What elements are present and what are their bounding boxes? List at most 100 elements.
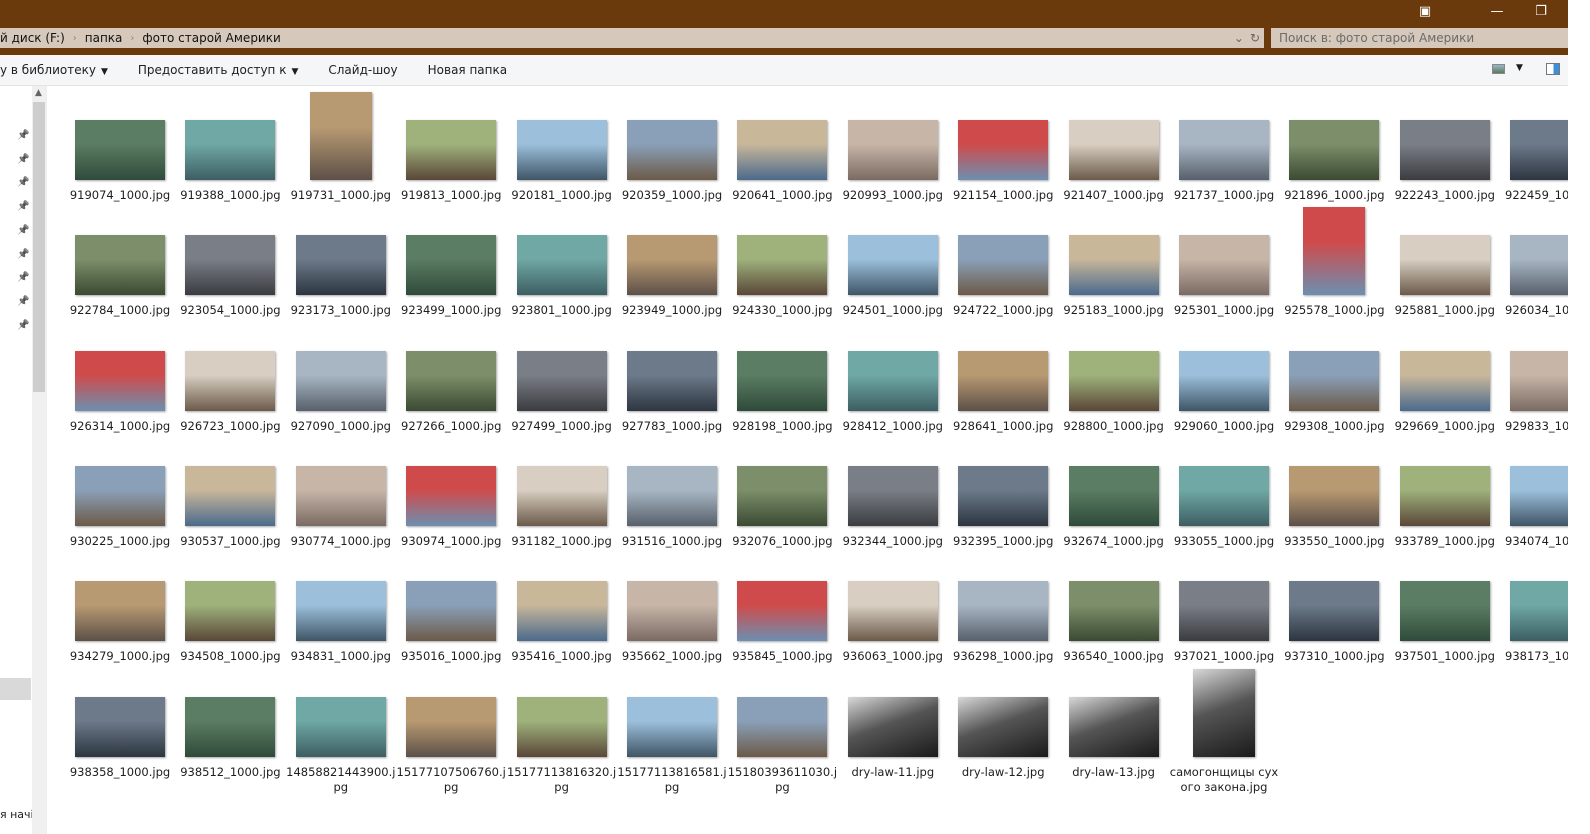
image-thumbnail[interactable] xyxy=(1068,465,1159,526)
image-thumbnail[interactable] xyxy=(847,235,938,296)
pin-icon[interactable]: 📌 xyxy=(17,249,29,260)
image-thumbnail[interactable] xyxy=(958,696,1049,757)
pin-icon[interactable]: 📌 xyxy=(17,154,29,165)
image-thumbnail[interactable] xyxy=(1179,235,1269,296)
minimize-button[interactable]: — xyxy=(1482,4,1512,19)
pin-icon[interactable]: 📌 xyxy=(17,130,29,141)
image-thumbnail[interactable] xyxy=(627,350,717,411)
chevron-down-icon[interactable]: ⌄ xyxy=(1234,31,1244,45)
image-thumbnail[interactable] xyxy=(847,465,938,526)
image-thumbnail[interactable] xyxy=(958,235,1049,296)
image-thumbnail[interactable] xyxy=(516,235,607,296)
breadcrumb-drive[interactable]: й диск (F:) xyxy=(0,31,65,45)
image-thumbnail[interactable] xyxy=(295,350,386,411)
image-thumbnail[interactable] xyxy=(847,696,938,757)
image-thumbnail[interactable] xyxy=(185,581,276,642)
image-thumbnail[interactable] xyxy=(737,696,828,757)
image-thumbnail[interactable] xyxy=(1068,235,1159,296)
image-thumbnail[interactable] xyxy=(295,581,386,642)
nav-scrollbar-thumb[interactable] xyxy=(33,102,45,392)
slideshow-button[interactable]: Слайд-шоу xyxy=(328,63,397,77)
image-thumbnail[interactable] xyxy=(185,120,276,180)
chevron-right-icon[interactable]: › xyxy=(73,33,77,44)
search-input[interactable]: Поиск в: фото старой Америки xyxy=(1271,28,1568,48)
image-thumbnail[interactable] xyxy=(1303,207,1366,296)
image-thumbnail[interactable] xyxy=(1510,120,1568,180)
image-thumbnail[interactable] xyxy=(75,696,165,757)
image-thumbnail[interactable] xyxy=(1068,350,1159,411)
image-thumbnail[interactable] xyxy=(516,350,607,411)
breadcrumb-folder[interactable]: папка xyxy=(85,31,123,45)
image-thumbnail[interactable] xyxy=(406,465,497,526)
image-thumbnail[interactable] xyxy=(847,120,938,180)
tablet-mode-icon[interactable]: ▣ xyxy=(1410,4,1440,19)
pin-icon[interactable]: 📌 xyxy=(17,177,29,188)
image-thumbnail[interactable] xyxy=(1068,696,1159,757)
chevron-right-icon[interactable]: › xyxy=(130,33,134,44)
image-thumbnail[interactable] xyxy=(958,465,1049,526)
image-thumbnail[interactable] xyxy=(1179,465,1269,526)
pin-icon[interactable]: 📌 xyxy=(17,225,29,236)
image-thumbnail[interactable] xyxy=(958,581,1049,642)
image-thumbnail[interactable] xyxy=(1289,350,1380,411)
image-thumbnail[interactable] xyxy=(847,350,938,411)
image-thumbnail[interactable] xyxy=(406,581,497,642)
image-thumbnail[interactable] xyxy=(737,465,828,526)
image-thumbnail[interactable] xyxy=(1510,465,1568,526)
image-thumbnail[interactable] xyxy=(627,120,717,180)
nav-item-label[interactable]: я начі xyxy=(0,808,32,821)
image-thumbnail[interactable] xyxy=(516,696,607,757)
image-thumbnail[interactable] xyxy=(406,350,497,411)
image-thumbnail[interactable] xyxy=(516,120,607,180)
breadcrumb-current[interactable]: фото старой Америки xyxy=(142,31,280,45)
image-thumbnail[interactable] xyxy=(75,581,165,642)
image-thumbnail[interactable] xyxy=(1068,581,1159,642)
scroll-up-icon[interactable]: ▲ xyxy=(35,88,42,98)
image-thumbnail[interactable] xyxy=(958,120,1049,180)
image-thumbnail[interactable] xyxy=(406,120,497,180)
restore-button[interactable]: ❐ xyxy=(1526,4,1556,19)
image-thumbnail[interactable] xyxy=(1399,235,1490,296)
image-thumbnail[interactable] xyxy=(75,235,165,296)
image-thumbnail[interactable] xyxy=(1179,581,1269,642)
pin-icon[interactable]: 📌 xyxy=(17,296,29,307)
image-thumbnail[interactable] xyxy=(1289,120,1380,180)
image-thumbnail[interactable] xyxy=(737,120,828,180)
image-thumbnail[interactable] xyxy=(627,696,717,757)
image-thumbnail[interactable] xyxy=(1179,120,1269,180)
image-thumbnail[interactable] xyxy=(185,696,276,757)
image-thumbnail[interactable] xyxy=(737,350,828,411)
image-thumbnail[interactable] xyxy=(516,581,607,642)
image-thumbnail[interactable] xyxy=(958,350,1049,411)
pin-icon[interactable]: 📌 xyxy=(17,320,29,331)
image-thumbnail[interactable] xyxy=(185,350,276,411)
image-thumbnail[interactable] xyxy=(627,465,717,526)
change-view-icon[interactable] xyxy=(1492,64,1505,74)
image-thumbnail[interactable] xyxy=(516,465,607,526)
image-thumbnail[interactable] xyxy=(406,235,497,296)
image-thumbnail[interactable] xyxy=(75,120,165,180)
address-bar[interactable]: й диск (F:) › папка › фото старой Америк… xyxy=(0,28,1264,48)
image-thumbnail[interactable] xyxy=(1193,668,1255,757)
preview-pane-icon[interactable] xyxy=(1546,63,1560,75)
view-options-caret-icon[interactable]: ▼ xyxy=(1516,63,1523,73)
image-thumbnail[interactable] xyxy=(1510,581,1568,642)
image-thumbnail[interactable] xyxy=(1510,350,1568,411)
image-thumbnail[interactable] xyxy=(75,465,165,526)
image-thumbnail[interactable] xyxy=(295,696,386,757)
image-thumbnail[interactable] xyxy=(1399,465,1490,526)
new-folder-button[interactable]: Новая папка xyxy=(428,63,507,77)
image-thumbnail[interactable] xyxy=(1399,120,1490,180)
image-thumbnail[interactable] xyxy=(1399,581,1490,642)
pin-icon[interactable]: 📌 xyxy=(17,201,29,212)
image-thumbnail[interactable] xyxy=(185,235,276,296)
pin-icon[interactable]: 📌 xyxy=(17,272,29,283)
image-thumbnail[interactable] xyxy=(1510,235,1568,296)
image-thumbnail[interactable] xyxy=(627,235,717,296)
image-thumbnail[interactable] xyxy=(295,235,386,296)
nav-selected-item[interactable] xyxy=(0,678,31,700)
image-thumbnail[interactable] xyxy=(627,581,717,642)
image-thumbnail[interactable] xyxy=(185,465,276,526)
share-button[interactable]: Предоставить доступ к ▼ xyxy=(138,63,299,77)
refresh-icon[interactable]: ↻ xyxy=(1250,31,1260,45)
